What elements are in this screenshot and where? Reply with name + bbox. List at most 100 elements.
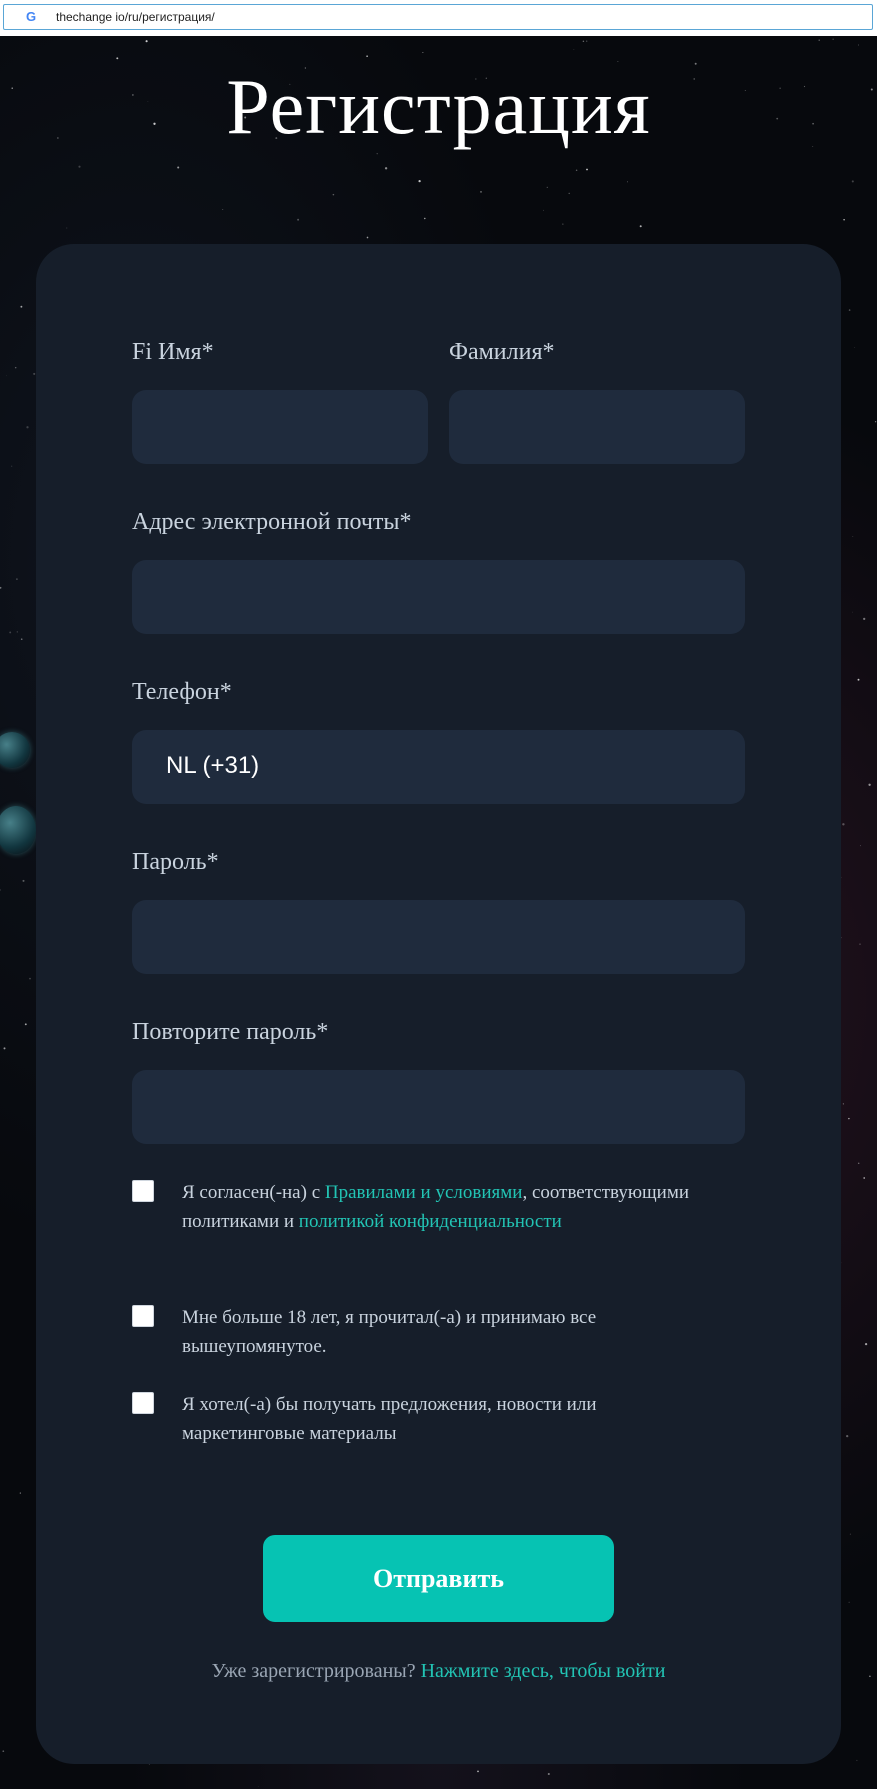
star: [857, 1162, 860, 1165]
star: [868, 783, 871, 786]
phone-label: Телефон*: [132, 679, 232, 705]
star: [2, 1750, 5, 1753]
star: [582, 40, 585, 43]
phone-field[interactable]: NL (+31): [132, 730, 745, 804]
star: [852, 536, 854, 537]
star: [366, 236, 369, 239]
star: [860, 845, 861, 847]
password-repeat-label: Повторите пароль*: [132, 1019, 329, 1045]
login-link[interactable]: Нажмите здесь, чтобы войти: [421, 1660, 666, 1682]
star: [16, 578, 18, 580]
star: [24, 1023, 27, 1026]
star: [11, 465, 13, 467]
age-checkbox[interactable]: [132, 1305, 154, 1327]
login-prompt: Уже зарегистрированы? Нажмите здесь, что…: [0, 1660, 877, 1683]
star: [856, 1759, 858, 1761]
url-field[interactable]: G thechange io/ru/регистрация/: [3, 4, 873, 30]
star: [20, 305, 23, 308]
star: [0, 889, 1, 891]
star: [9, 631, 12, 634]
star: [16, 631, 18, 633]
star: [384, 167, 388, 170]
star: [116, 57, 119, 60]
star: [848, 1601, 850, 1603]
star: [332, 193, 335, 196]
star: [0, 586, 2, 589]
star: [297, 218, 300, 221]
star: [257, 1786, 259, 1787]
password-field[interactable]: [132, 900, 745, 974]
star: [546, 186, 548, 189]
page-title: Регистрация: [226, 63, 651, 150]
terms-link[interactable]: Правилами и условиями: [325, 1182, 523, 1203]
star: [832, 38, 834, 40]
first-name-field[interactable]: [132, 390, 428, 464]
star: [547, 1772, 550, 1776]
last-name-field[interactable]: [449, 390, 745, 464]
terms-consent-text: Я согласен(-на) с Правилами и условиями,…: [182, 1178, 692, 1236]
star: [66, 227, 68, 229]
star: [20, 638, 23, 641]
star: [854, 347, 856, 348]
star: [33, 372, 36, 375]
url-text: thechange io/ru/регистрация/: [56, 10, 215, 24]
password-label: Пароль*: [132, 849, 219, 875]
star: [422, 51, 424, 53]
star: [177, 166, 180, 169]
star: [26, 426, 29, 429]
email-field[interactable]: [132, 560, 745, 634]
star: [29, 977, 31, 980]
star: [841, 937, 842, 939]
star: [627, 181, 628, 183]
star: [14, 366, 17, 369]
star: [145, 40, 148, 43]
star: [480, 191, 482, 193]
google-icon: G: [26, 9, 37, 24]
star: [376, 153, 378, 155]
submit-button[interactable]: Отправить: [263, 1535, 614, 1622]
star: [863, 617, 866, 621]
browser-address-bar: G thechange io/ru/регистрация/: [0, 0, 877, 36]
last-name-label: Фамилия*: [449, 339, 555, 365]
star: [874, 421, 877, 423]
star: [863, 1177, 866, 1179]
star: [477, 1770, 479, 1773]
star: [843, 219, 845, 221]
password-repeat-field[interactable]: [132, 1070, 745, 1144]
star: [366, 55, 368, 58]
star: [586, 168, 588, 171]
star: [858, 44, 859, 46]
star: [818, 39, 820, 41]
star: [842, 1103, 845, 1105]
star: [842, 823, 845, 826]
star: [639, 225, 642, 228]
star: [848, 309, 851, 311]
star: [222, 209, 224, 211]
star: [864, 1342, 868, 1346]
star: [418, 179, 421, 183]
star: [22, 879, 25, 882]
age-consent-text: Мне больше 18 лет, я прочитал(-а) и прин…: [182, 1307, 597, 1357]
star: [849, 1533, 851, 1535]
star: [859, 943, 861, 945]
phone-country-code: NL (+31): [166, 752, 260, 779]
star: [857, 678, 860, 681]
star: [562, 223, 564, 225]
star: [852, 611, 854, 613]
privacy-policy-link[interactable]: политикой конфиденциальности: [299, 1211, 562, 1232]
first-name-label: Fi Имя*: [132, 339, 214, 365]
terms-checkbox[interactable]: [132, 1180, 154, 1202]
login-prompt-text: Уже зарегистрированы?: [211, 1660, 421, 1682]
terms-text-before: Я согласен(-на) с: [182, 1182, 325, 1203]
star: [846, 1434, 849, 1438]
star: [568, 192, 570, 195]
star: [575, 169, 578, 171]
star: [586, 40, 588, 42]
star: [851, 180, 854, 183]
star: [19, 1492, 21, 1494]
email-label: Адрес электронной почты*: [132, 509, 412, 535]
marketing-checkbox[interactable]: [132, 1392, 154, 1414]
star: [848, 1117, 850, 1120]
star: [543, 209, 544, 211]
star: [5, 375, 7, 377]
